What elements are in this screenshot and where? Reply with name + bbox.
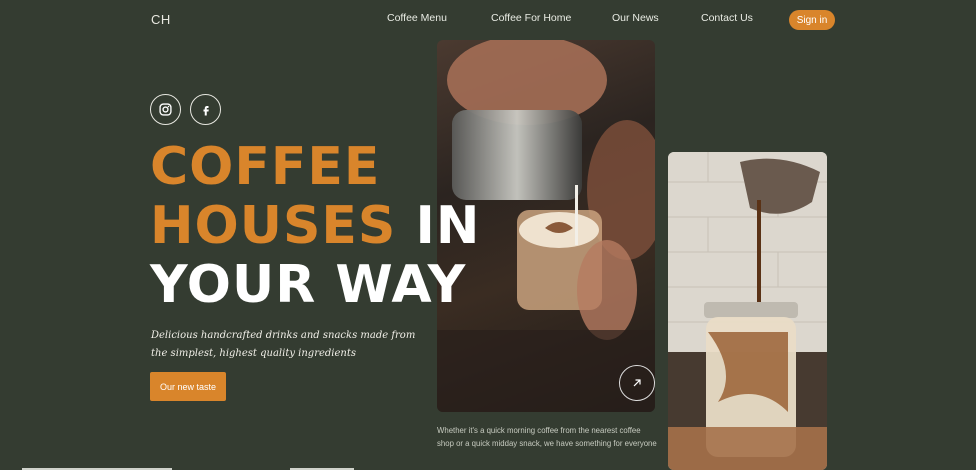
facebook-icon xyxy=(203,105,209,115)
next-arrow-button[interactable] xyxy=(619,365,655,401)
facebook-button[interactable] xyxy=(190,94,221,125)
arrow-up-right-icon xyxy=(633,379,641,387)
sign-in-button[interactable]: Sign in xyxy=(789,10,835,30)
hero-title-line2-accent: HOUSES xyxy=(150,196,397,256)
nav-contact-us[interactable]: Contact Us xyxy=(701,12,753,24)
our-new-taste-button[interactable]: Our new taste xyxy=(150,372,226,401)
hero-title-line2: IN xyxy=(415,196,481,256)
hero-tagline: Delicious handcrafted drinks and snacks … xyxy=(151,330,416,359)
hero-title-line3: YOUR WAY xyxy=(150,255,467,315)
hero-description: Whether it's a quick morning coffee from… xyxy=(437,426,657,448)
nav-coffee-for-home[interactable]: Coffee For Home xyxy=(491,12,571,24)
nav-our-news[interactable]: Our News xyxy=(612,12,659,24)
iced-coffee-photo xyxy=(668,152,827,470)
instagram-button[interactable] xyxy=(150,94,181,125)
hero-title: COFFEE HOUSES IN YOUR WAY xyxy=(150,138,480,315)
instagram-icon xyxy=(159,103,172,116)
nav-coffee-menu[interactable]: Coffee Menu xyxy=(387,12,447,24)
hero-title-line1: COFFEE xyxy=(150,137,381,197)
site-logo[interactable]: CH xyxy=(151,12,171,27)
